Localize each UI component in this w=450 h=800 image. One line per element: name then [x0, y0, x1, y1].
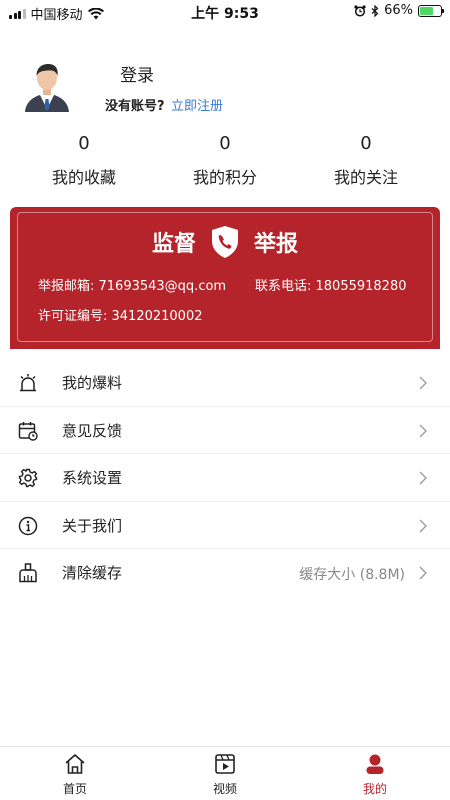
chevron-right-icon [419, 519, 427, 532]
user-icon [366, 754, 384, 774]
gear-icon [18, 468, 38, 488]
alarm-clock-icon [354, 4, 366, 17]
battery-percent: 66% [384, 3, 413, 18]
alarm-icon [20, 374, 36, 392]
report-banner[interactable]: 监督 举报 举报邮箱: 71693543@qq.com 联系电话: 180559… [10, 207, 440, 349]
stat-label: 我的关注 [333, 168, 398, 187]
menu-label: 关于我们 [62, 516, 123, 535]
calendar-feedback-icon [18, 421, 38, 441]
chevron-right-icon [419, 566, 427, 580]
battery-icon [418, 4, 444, 17]
no-account-text: 没有账号? [105, 99, 165, 114]
tab-label: 视频 [212, 782, 237, 796]
stat-label: 我的积分 [192, 168, 257, 187]
menu-label: 意见反馈 [62, 421, 123, 440]
menu-item-clear-cache[interactable]: 清除缓存 缓存大小 (8.8M) [0, 549, 450, 597]
stat-following[interactable]: 0 我的关注 [301, 132, 431, 188]
menu-item-settings[interactable]: 系统设置 [0, 454, 450, 502]
home-icon [65, 754, 85, 774]
info-icon [18, 516, 38, 535]
stats-row: 0 我的收藏 0 我的积分 0 我的关注 [0, 132, 450, 192]
tab-mine[interactable]: 我的 [340, 753, 410, 797]
avatar[interactable] [24, 62, 70, 112]
cache-size: 缓存大小 (8.8M) [299, 567, 405, 583]
chevron-right-icon [419, 424, 427, 437]
stat-value: 0 [78, 133, 90, 154]
menu-label: 清除缓存 [62, 564, 123, 582]
banner-title-left: 监督 [151, 232, 196, 257]
stat-value: 0 [360, 133, 372, 154]
chevron-right-icon [419, 376, 427, 390]
battery-level [420, 6, 434, 15]
menu-item-feedback[interactable]: 意见反馈 [0, 407, 450, 454]
status-right: 66% [354, 3, 444, 18]
stat-favorites[interactable]: 0 我的收藏 [19, 132, 149, 188]
menu-label: 我的爆料 [62, 374, 123, 392]
bluetooth-icon [371, 4, 379, 17]
license-number: 许可证编号: 34120210002 [38, 309, 203, 324]
video-icon [215, 754, 235, 774]
report-email[interactable]: 举报邮箱: 71693543@qq.com [38, 275, 226, 294]
stat-value: 0 [219, 133, 231, 154]
report-phone[interactable]: 联系电话: 18055918280 [255, 275, 407, 294]
login-button[interactable]: 登录 [120, 61, 154, 86]
menu-item-my-reports[interactable]: 我的爆料 [0, 359, 450, 407]
stat-label: 我的收藏 [51, 168, 116, 187]
register-link[interactable]: 立即注册 [171, 95, 223, 114]
banner-title-right: 举报 [254, 232, 299, 257]
broom-icon [19, 563, 37, 583]
menu-item-about[interactable]: 关于我们 [0, 502, 450, 549]
settings-menu: 我的爆料 意见反馈 系统设置 关于我们 清除缓存 缓存大小 (8.8M) [0, 359, 450, 597]
menu-label: 系统设置 [62, 469, 123, 487]
status-bar: 中国移动 上午 9:53 66% [0, 0, 450, 24]
banner-title: 监督 举报 [10, 225, 440, 259]
tab-label: 我的 [362, 782, 387, 796]
bottom-tab-bar: 首页 视频 我的 [0, 746, 450, 800]
tab-label: 首页 [62, 782, 87, 796]
stat-points[interactable]: 0 我的积分 [160, 132, 290, 188]
shield-phone-icon [212, 226, 238, 258]
chevron-right-icon [419, 471, 427, 485]
tab-home[interactable]: 首页 [40, 753, 110, 797]
tab-video[interactable]: 视频 [190, 753, 260, 797]
